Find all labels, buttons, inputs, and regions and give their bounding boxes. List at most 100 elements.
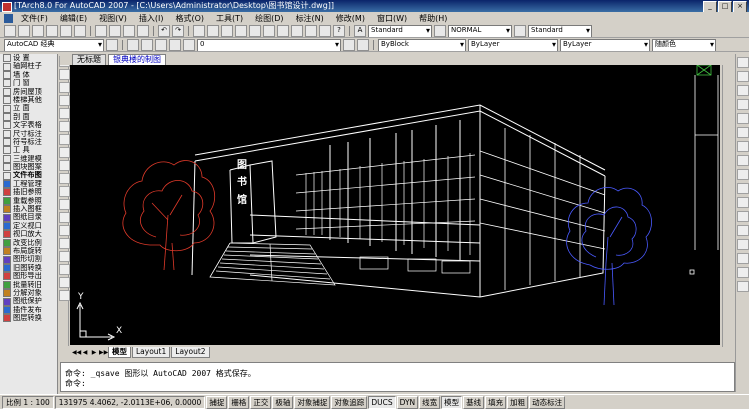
text-style-icon[interactable]: A [354,25,366,37]
minimize-button[interactable]: _ [703,1,717,12]
layout-tab[interactable]: Layout2 [171,347,210,358]
break-point-icon[interactable] [737,211,749,222]
gradient-icon[interactable] [59,251,70,262]
arc-icon[interactable] [59,121,70,132]
status-toggle-button[interactable]: 捕捉 [206,395,228,409]
prev-layout-button[interactable]: ◀ [81,349,89,357]
new-file-icon[interactable] [4,25,16,37]
menu-item[interactable]: 视图(V) [93,12,133,25]
array-icon[interactable] [737,113,749,124]
pan-icon[interactable] [193,25,205,37]
close-button[interactable]: × [733,1,747,12]
design-center-icon[interactable] [263,25,275,37]
last-layout-button[interactable]: ▶▶ [99,349,108,357]
sidebar-item[interactable]: 定义视口 [0,222,57,230]
copy-object-icon[interactable] [737,71,749,82]
menu-item[interactable]: 插入(I) [133,12,170,25]
sidebar-item[interactable]: 改变比例 [0,239,57,247]
scale-icon[interactable] [737,155,749,166]
menu-item[interactable]: 帮助(H) [413,12,453,25]
save-icon[interactable] [32,25,44,37]
sidebar-item[interactable]: 视口放大 [0,230,57,239]
cut-icon[interactable] [95,25,107,37]
calculator-icon[interactable] [319,25,331,37]
status-toggle-button[interactable]: 线宽 [419,395,441,409]
sidebar-item[interactable]: 工程管理 [0,180,57,189]
open-file-icon[interactable] [18,25,30,37]
document-tab[interactable]: 银典楼的制图 [108,54,166,65]
break-icon[interactable] [737,225,749,236]
tool-palettes-icon[interactable] [277,25,289,37]
command-window[interactable]: 命令: _qsave 图形以 AutoCAD 2007 格式保存。 命令: [60,362,735,392]
layout-tab[interactable]: 模型 [108,347,131,358]
offset-icon[interactable] [737,99,749,110]
next-layout-button[interactable]: ▶ [90,349,98,357]
dim-style-select[interactable]: NORMAL [448,25,512,37]
menu-item[interactable]: 标注(N) [290,12,330,25]
table-style-select[interactable]: Standard [528,25,592,37]
coordinate-readout[interactable]: 131975 4.4062, -2.0113E+06, 0.0000 [54,395,206,409]
status-toggle-button[interactable]: 模型 [441,395,463,409]
region-icon[interactable] [59,264,70,275]
lock-icon[interactable] [169,39,181,51]
extend-icon[interactable] [737,197,749,208]
rotate-icon[interactable] [737,141,749,152]
menu-item[interactable]: 格式(O) [169,12,210,25]
sidebar-item[interactable]: 楼梯其他 [0,96,57,105]
plot-icon[interactable] [46,25,58,37]
menu-item[interactable]: 工具(T) [210,12,249,25]
text-style-select[interactable]: Standard [368,25,432,37]
document-tab[interactable]: 无标题 [72,54,106,65]
sun-icon[interactable] [155,39,167,51]
sidebar-item[interactable]: 墙 体 [0,71,57,79]
plotstyle-select[interactable]: 随颜色 [652,39,716,51]
sidebar-item[interactable]: 门 窗 [0,79,57,88]
sidebar-item[interactable]: 房间屋顶 [0,88,57,96]
move-icon[interactable] [737,127,749,138]
sidebar-item[interactable]: 尺寸标注 [0,130,57,138]
sidebar-item[interactable]: 三维建模 [0,155,57,163]
status-toggle-button[interactable]: DUCS [368,395,396,409]
mtext-icon[interactable] [59,290,70,301]
zoom-previous-icon[interactable] [235,25,247,37]
spline-icon[interactable] [59,160,70,171]
workspace-select[interactable]: AutoCAD 经典 [4,39,104,51]
color-select[interactable]: ByBlock [378,39,466,51]
vertical-scrollbar[interactable] [722,65,734,348]
sidebar-item[interactable]: 轴网柱子 [0,62,57,71]
explode-icon[interactable] [737,281,749,292]
status-toggle-button[interactable]: 动态标注 [529,395,566,409]
sidebar-item[interactable]: 图块图案 [0,163,57,172]
status-toggle-button[interactable]: 加粗 [507,395,529,409]
copy-icon[interactable] [109,25,121,37]
point-icon[interactable] [59,225,70,236]
sidebar-item[interactable]: 图层转换 [0,314,57,323]
lightbulb-icon[interactable] [141,39,153,51]
ellipse-icon[interactable] [59,173,70,184]
layout-tab[interactable]: Layout1 [132,347,171,358]
sidebar-item[interactable]: 图纸目录 [0,213,57,222]
status-toggle-button[interactable]: 极轴 [272,395,294,409]
status-toggle-button[interactable]: DYN [396,395,419,409]
sidebar-item[interactable]: 插旧参照 [0,188,57,197]
rectangle-icon[interactable] [59,108,70,119]
zoom-realtime-icon[interactable] [207,25,219,37]
ellipse-arc-icon[interactable] [59,186,70,197]
menu-item[interactable]: 绘图(D) [249,12,289,25]
trim-icon[interactable] [737,183,749,194]
status-toggle-button[interactable]: 对象捕捉 [294,395,331,409]
status-toggle-button[interactable]: 基线 [463,395,485,409]
sidebar-item[interactable]: 符号标注 [0,138,57,147]
sidebar-item[interactable]: 旧图转换 [0,264,57,272]
match-properties-icon[interactable] [137,25,149,37]
sidebar-item[interactable]: 重载参照 [0,197,57,205]
sidebar-item[interactable]: 批量转旧 [0,281,57,289]
menu-item[interactable]: 窗口(W) [371,12,413,25]
polygon-icon[interactable] [59,95,70,106]
make-current-icon[interactable] [343,39,355,51]
insert-block-icon[interactable] [59,199,70,210]
fillet-icon[interactable] [737,267,749,278]
layer-previous-icon[interactable] [357,39,369,51]
sidebar-item[interactable]: 文件布图 [0,171,57,180]
table-style-icon[interactable] [514,25,526,37]
